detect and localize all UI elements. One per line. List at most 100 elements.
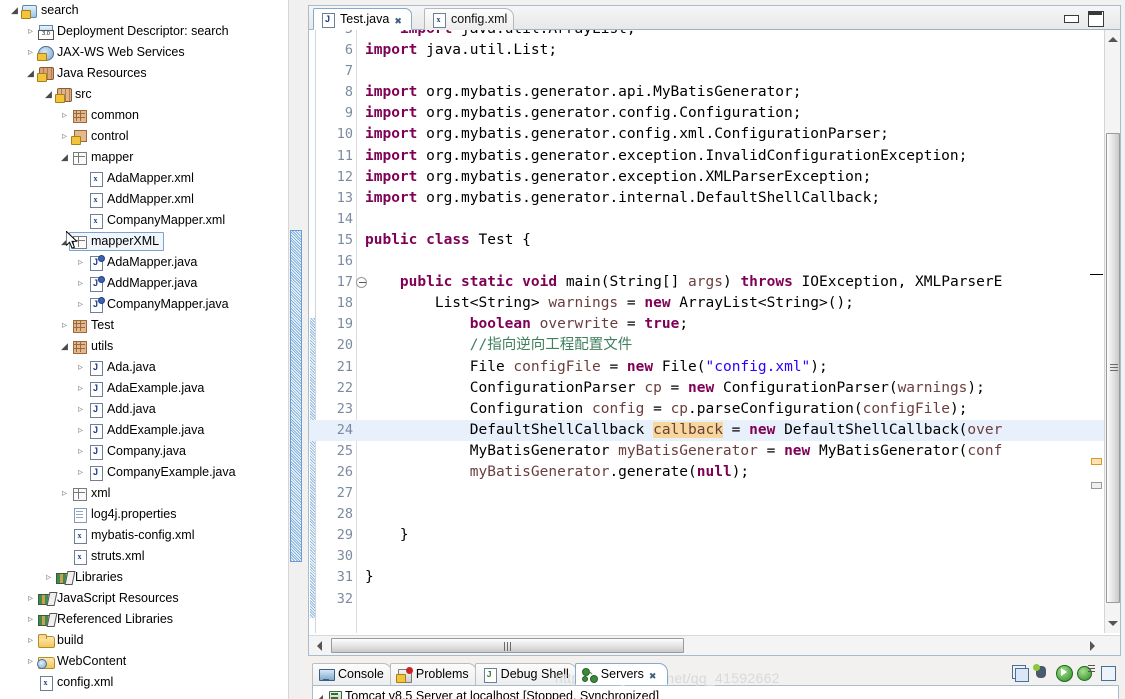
tree-item-src[interactable]: src: [0, 84, 288, 105]
code-line[interactable]: 8 import org.mybatis.generator.api.MyBati…: [309, 82, 1120, 103]
code-line[interactable]: 31}: [309, 567, 1120, 588]
expand-arrow-icon[interactable]: [74, 378, 87, 399]
expand-arrow-icon[interactable]: [24, 588, 37, 609]
code-line[interactable]: 6 import java.util.List;: [309, 40, 1120, 61]
expand-arrow-icon[interactable]: [58, 126, 71, 147]
overview-ruler-mark-2[interactable]: [1091, 482, 1102, 489]
tree-item-adaexample-java[interactable]: AdaExample.java: [0, 378, 288, 399]
expand-arrow-icon[interactable]: [58, 315, 71, 336]
editor-tab-strip[interactable]: Test.java config.xml: [309, 6, 1120, 30]
maximize-icon[interactable]: [1088, 11, 1104, 27]
scroll-left-arrow-icon[interactable]: [315, 641, 325, 651]
servers-list[interactable]: Tomcat v8.5 Server at localhost [Stopped…: [312, 685, 1119, 699]
code-line[interactable]: 5 import java.util.ArrayList;: [309, 30, 1120, 40]
code-line[interactable]: 20 //指向逆向工程配置文件: [309, 335, 1120, 356]
editor-vertical-scrollbar[interactable]: [1104, 30, 1120, 633]
tree-item-utils[interactable]: utils: [0, 336, 288, 357]
code-line[interactable]: 17 public static void main(String[] args…: [309, 272, 1120, 293]
code-line[interactable]: 18 List<String> warnings = new ArrayList…: [309, 293, 1120, 314]
collapse-arrow-icon[interactable]: [58, 336, 71, 357]
expand-arrow-icon[interactable]: [24, 609, 37, 630]
tree-item-config-xml[interactable]: config.xml: [0, 672, 288, 693]
run-history-icon[interactable]: [1077, 664, 1095, 682]
explorer-scrollbar-thumb[interactable]: [290, 230, 302, 562]
expand-arrow-icon[interactable]: [74, 462, 87, 483]
tree-item-company-java[interactable]: Company.java: [0, 441, 288, 462]
package-explorer[interactable]: search Deployment Descriptor: search JAX-W…: [0, 0, 302, 699]
expand-arrow-icon[interactable]: [74, 399, 87, 420]
code-line[interactable]: 10 import org.mybatis.generator.config.xm…: [309, 124, 1120, 145]
code-line[interactable]: 32: [309, 589, 1120, 610]
code-line[interactable]: 29 }: [309, 525, 1120, 546]
bottom-view-toolbar[interactable]: [1007, 664, 1117, 684]
tree-item-adamapper-xml[interactable]: AdaMapper.xml: [0, 168, 288, 189]
tree-item-companyexample-java[interactable]: CompanyExample.java: [0, 462, 288, 483]
collapse-arrow-icon[interactable]: [42, 84, 55, 105]
tree-item-deployment-descriptor-search[interactable]: Deployment Descriptor: search: [0, 21, 288, 42]
tree-item-build[interactable]: build: [0, 630, 288, 651]
expand-arrow-icon[interactable]: [24, 630, 37, 651]
code-line[interactable]: 22 ConfigurationParser cp = new Configur…: [309, 378, 1120, 399]
project-tree[interactable]: search Deployment Descriptor: search JAX-W…: [0, 0, 288, 693]
tree-item-addmapper-xml[interactable]: AddMapper.xml: [0, 189, 288, 210]
editor-window-buttons[interactable]: [1062, 9, 1116, 27]
server-entry[interactable]: Tomcat v8.5 Server at localhost [Stopped…: [313, 686, 659, 699]
bottom-tab-servers[interactable]: Servers: [574, 663, 668, 685]
tree-item-xml[interactable]: xml: [0, 483, 288, 504]
collapse-arrow-icon[interactable]: [58, 147, 71, 168]
tree-item-javascript-resources[interactable]: JavaScript Resources: [0, 588, 288, 609]
code-line[interactable]: 11 import org.mybatis.generator.exception…: [309, 146, 1120, 167]
tree-item-mapperxml[interactable]: mapperXML: [0, 231, 288, 252]
tree-item-ada-java[interactable]: Ada.java: [0, 357, 288, 378]
close-tab-icon[interactable]: [649, 671, 660, 682]
duplicate-view-icon[interactable]: [1011, 664, 1029, 682]
expand-arrow-icon[interactable]: [24, 651, 37, 672]
tree-item-adamapper-java[interactable]: AdaMapper.java: [0, 252, 288, 273]
expand-arrow-icon[interactable]: [74, 420, 87, 441]
code-viewport[interactable]: 5 import java.util.ArrayList; 6 import jav…: [309, 30, 1120, 633]
expand-arrow-icon[interactable]: [74, 252, 87, 273]
expand-arrow-icon[interactable]: [24, 21, 37, 42]
scroll-right-arrow-icon[interactable]: [1088, 641, 1098, 651]
expand-arrow-icon[interactable]: [74, 294, 87, 315]
code-line[interactable]: 25 MyBatisGenerator myBatisGenerator = n…: [309, 441, 1120, 462]
collapse-arrow-icon[interactable]: [8, 0, 21, 21]
scroll-down-arrow-icon[interactable]: [1107, 618, 1119, 630]
code-line[interactable]: 13 import org.mybatis.generator.internal.…: [309, 188, 1120, 209]
tree-item-search[interactable]: search: [0, 0, 288, 21]
scroll-up-arrow-icon[interactable]: [1107, 33, 1119, 45]
expand-arrow-icon[interactable]: [24, 42, 37, 63]
tree-item-referenced-libraries[interactable]: Referenced Libraries: [0, 609, 288, 630]
code-line[interactable]: 30: [309, 546, 1120, 567]
expand-arrow-icon[interactable]: [74, 441, 87, 462]
code-line[interactable]: 24 DefaultShellCallback callback = new D…: [309, 419, 1120, 441]
expand-arrow-icon[interactable]: [313, 688, 327, 699]
code-line[interactable]: 15 public class Test {: [309, 230, 1120, 251]
tree-item-java-resources[interactable]: Java Resources: [0, 63, 288, 84]
tree-item-jax-ws-web-services[interactable]: JAX-WS Web Services: [0, 42, 288, 63]
expand-arrow-icon[interactable]: [42, 567, 55, 588]
code-line[interactable]: 7: [309, 61, 1120, 82]
tree-item-webcontent[interactable]: WebContent: [0, 651, 288, 672]
editor-hscroll-thumb[interactable]: [331, 638, 684, 653]
overview-ruler-occurrence-mark[interactable]: [1091, 458, 1102, 465]
code-line[interactable]: 14: [309, 209, 1120, 230]
bottom-tab-problems[interactable]: Problems: [389, 663, 477, 685]
editor-tab-config-xml[interactable]: config.xml: [424, 8, 515, 30]
bottom-tab-console[interactable]: Console: [312, 663, 392, 685]
editor-horizontal-scrollbar[interactable]: [309, 635, 1120, 655]
expand-arrow-icon[interactable]: [58, 105, 71, 126]
debug-server-icon[interactable]: [1033, 664, 1051, 682]
tree-item-add-java[interactable]: Add.java: [0, 399, 288, 420]
editor-vscroll-thumb[interactable]: [1106, 133, 1120, 603]
code-line[interactable]: 9 import org.mybatis.generator.config.Con…: [309, 103, 1120, 124]
tree-item-mapper[interactable]: mapper: [0, 147, 288, 168]
code-line[interactable]: 27: [309, 483, 1120, 504]
tree-item-log4j-properties[interactable]: log4j.properties: [0, 504, 288, 525]
expand-arrow-icon[interactable]: [58, 483, 71, 504]
code-line[interactable]: 23 Configuration config = cp.parseConfig…: [309, 399, 1120, 420]
tree-item-companymapper-xml[interactable]: CompanyMapper.xml: [0, 210, 288, 231]
tree-item-common[interactable]: common: [0, 105, 288, 126]
tree-item-libraries[interactable]: Libraries: [0, 567, 288, 588]
code-line[interactable]: 16: [309, 251, 1120, 272]
